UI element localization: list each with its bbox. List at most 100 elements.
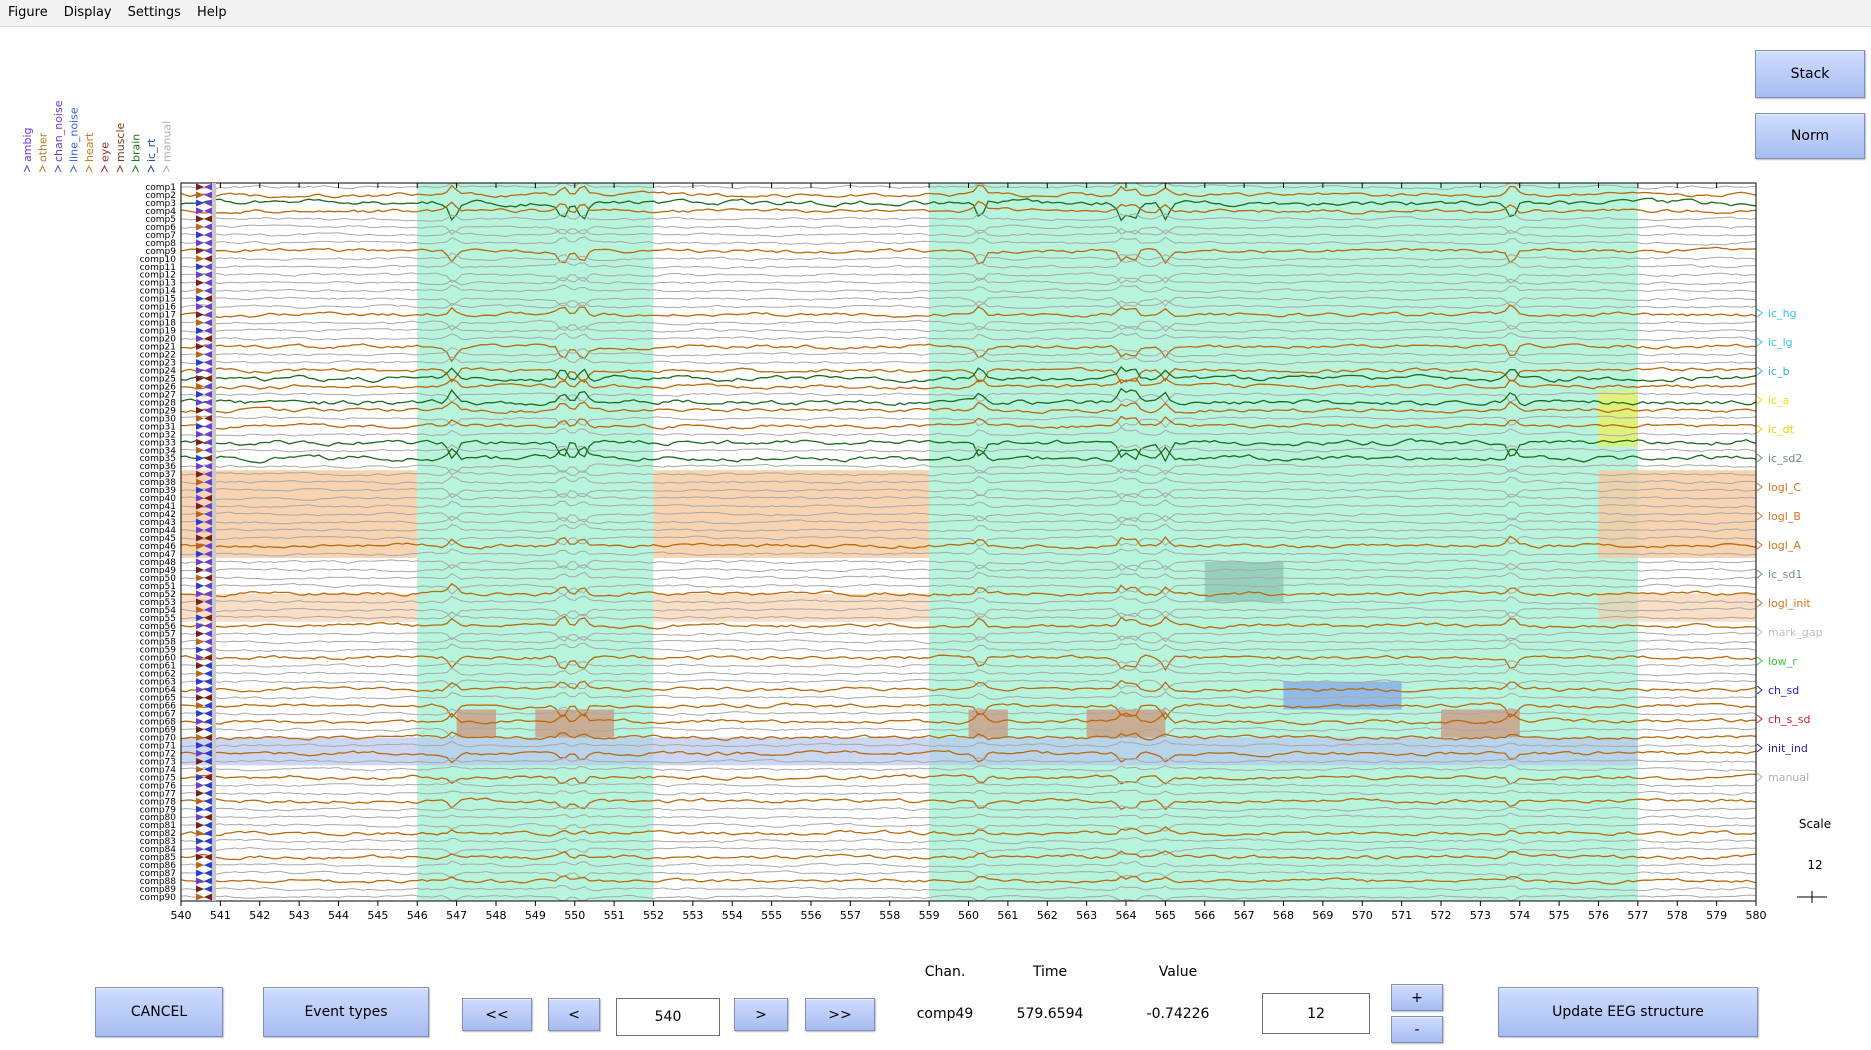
x-tick-label: 564	[1116, 909, 1137, 922]
ic_hg-legend-icon	[1756, 308, 1763, 318]
x-tick-label: 566	[1194, 909, 1215, 922]
x-tick-label: 562	[1037, 909, 1058, 922]
x-tick-label: 561	[997, 909, 1018, 922]
ambig-legend-icon	[23, 164, 31, 173]
x-tick-label: 543	[289, 909, 310, 922]
value-label: Value	[1158, 964, 1198, 980]
x-tick-label: 542	[249, 909, 270, 922]
logl_init-legend-icon	[1756, 598, 1763, 608]
x-tick-label: 553	[682, 909, 703, 922]
scale-decrease-button[interactable]: -	[1391, 1016, 1443, 1043]
legend-right-label: ic_dt	[1768, 423, 1795, 436]
x-tick-label: 555	[761, 909, 782, 922]
channel-label: comp90	[140, 893, 177, 903]
last-page-button[interactable]: >>	[805, 998, 875, 1031]
legend-right-label: logl_A	[1768, 539, 1801, 552]
ic_b-legend-icon	[1756, 366, 1763, 376]
x-tick-label: 556	[801, 909, 822, 922]
cancel-button[interactable]: CANCEL	[95, 987, 223, 1037]
eeg-plot[interactable]: comp1comp2comp3comp4comp5comp6comp7comp8…	[0, 0, 1871, 1050]
init_ind-legend-icon	[1756, 743, 1763, 753]
legend-top-label: line_noise	[68, 107, 81, 162]
x-tick-label: 565	[1155, 909, 1176, 922]
brain-legend-icon	[132, 164, 139, 173]
x-tick-label: 558	[879, 909, 900, 922]
scale-increase-button[interactable]: +	[1391, 984, 1443, 1011]
legend-right-label: ch_s_sd	[1768, 713, 1810, 726]
scale-input[interactable]: 12	[1262, 993, 1370, 1034]
eye-legend-icon	[101, 164, 108, 173]
legend-right-label: ic_sd1	[1768, 568, 1802, 581]
x-tick-label: 575	[1549, 909, 1570, 922]
legend-right-label: low_r	[1768, 655, 1797, 668]
legend-right-label: ch_sd	[1768, 684, 1799, 697]
ic_sd2-legend-icon	[1756, 453, 1763, 463]
x-tick-label: 577	[1627, 909, 1648, 922]
x-tick-label: 545	[367, 909, 388, 922]
x-tick-label: 559	[919, 909, 940, 922]
position-input[interactable]: 540	[616, 998, 720, 1036]
x-tick-label: 547	[446, 909, 467, 922]
legend-top-label: eye	[99, 142, 112, 162]
x-tick-label: 578	[1667, 909, 1688, 922]
prev-page-button[interactable]: <	[548, 998, 600, 1031]
time-label: Time	[1032, 964, 1068, 980]
x-tick-label: 552	[643, 909, 664, 922]
logl_A-legend-icon	[1756, 540, 1763, 550]
x-tick-label: 574	[1509, 909, 1530, 922]
time-readout: 579.6594	[1016, 1006, 1084, 1022]
legend-top-label: manual	[161, 121, 174, 162]
x-tick-label: 540	[171, 909, 192, 922]
manual-legend-icon	[163, 164, 170, 173]
x-tick-label: 551	[604, 909, 625, 922]
ch_sd-legend-icon	[1756, 685, 1763, 695]
x-tick-label: 560	[958, 909, 979, 922]
x-tick-label: 580	[1746, 909, 1767, 922]
event-types-button[interactable]: Event types	[263, 987, 429, 1037]
value-readout: -0.74226	[1146, 1006, 1210, 1022]
x-tick-label: 544	[328, 909, 349, 922]
scale-value: 12	[1807, 858, 1823, 872]
top-legend: ambig other chan_noise line_noise heart eye mu…	[21, 100, 174, 173]
logl_C-legend-icon	[1756, 482, 1763, 492]
legend-right-label: ic_sd2	[1768, 452, 1802, 465]
norm-button[interactable]: Norm	[1755, 113, 1865, 159]
x-tick-label: 563	[1076, 909, 1097, 922]
mark_gap-legend-icon	[1756, 627, 1763, 637]
chan-readout: comp49	[916, 1006, 974, 1022]
legend-top-label: ambig	[21, 128, 34, 162]
x-tick-label: 570	[1352, 909, 1373, 922]
ch_s_sd-legend-icon	[1756, 714, 1763, 724]
x-tick-label: 557	[840, 909, 861, 922]
legend-right-label: ic_lg	[1768, 336, 1793, 349]
x-tick-label: 579	[1706, 909, 1727, 922]
first-page-button[interactable]: <<	[462, 998, 532, 1031]
other-legend-icon	[39, 164, 46, 173]
legend-top-label: ic_rt	[145, 138, 158, 162]
chan_noise-legend-icon	[54, 164, 62, 173]
logl_B-legend-icon	[1756, 511, 1763, 521]
legend-right-label: init_ind	[1768, 742, 1808, 755]
ic_a-legend-icon	[1756, 395, 1763, 405]
x-tick-label: 549	[525, 909, 546, 922]
scale-label: Scale	[1798, 817, 1832, 831]
legend-right-label: logl_C	[1768, 481, 1801, 494]
stack-button[interactable]: Stack	[1755, 50, 1865, 98]
legend-right-label: ic_a	[1768, 394, 1789, 407]
legend-right-label: logl_B	[1768, 510, 1801, 523]
ic_dt-legend-icon	[1756, 424, 1763, 434]
legend-top-label: other	[37, 132, 50, 162]
legend-right-label: manual	[1768, 771, 1809, 784]
legend-right-label: mark_gap	[1768, 626, 1823, 639]
chan-label: Chan.	[924, 964, 966, 980]
update-eeg-structure-button[interactable]: Update EEG structure	[1498, 987, 1758, 1037]
x-tick-label: 550	[564, 909, 585, 922]
next-page-button[interactable]: >	[734, 998, 788, 1031]
x-tick-label: 567	[1234, 909, 1255, 922]
legend-top-label: brain	[130, 134, 143, 162]
right-legend: ic_hg ic_lg ic_b ic_a ic_dt ic_sd2 logl_C logl_…	[1756, 307, 1823, 784]
line_noise-legend-icon	[70, 164, 77, 173]
x-tick-label: 569	[1312, 909, 1333, 922]
ic_rt-legend-icon	[147, 164, 155, 173]
legend-right-label: logl_init	[1768, 597, 1811, 610]
